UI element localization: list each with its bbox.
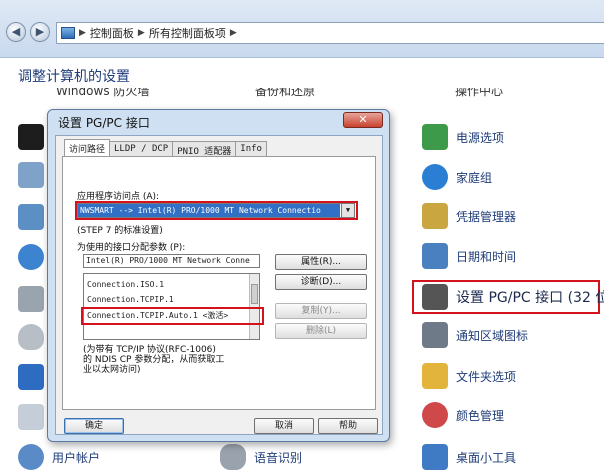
device-manager-icon[interactable] [18, 204, 44, 230]
scrollbar-thumb[interactable] [251, 284, 258, 304]
pgpc-interface-icon [422, 284, 448, 310]
params-label: 为使用的接口分配参数 (P): [77, 243, 186, 253]
tab-strip: 访问路径 LLDP / DCP PNIO 适配器 Info [64, 139, 267, 157]
forward-button[interactable]: ▶ [30, 22, 50, 42]
cp-item-homegroup[interactable]: 家庭组 [422, 164, 492, 190]
cp-item-power-options[interactable]: 电源选项 [422, 124, 504, 150]
cp-item-date-time[interactable]: 日期和时间 [422, 243, 516, 269]
notification-area-icon [422, 322, 448, 348]
region-language-icon[interactable] [18, 364, 44, 390]
credential-manager-icon [422, 203, 448, 229]
explorer-toolbar: ◀ ▶ ▶ 控制面板 ▶ 所有控制面板项 ▶ [0, 0, 604, 58]
tab-access-path[interactable]: 访问路径 [64, 139, 111, 156]
access-point-note: (STEP 7 的标准设置) [77, 226, 163, 236]
desktop-gadgets-icon [422, 444, 448, 470]
user-accounts-icon [18, 444, 44, 470]
mouse-icon[interactable] [18, 324, 44, 350]
date-time-icon [422, 243, 448, 269]
dialog-client: 访问路径 LLDP / DCP PNIO 适配器 Info 应用程序访问点 (A… [55, 135, 383, 435]
dialog-title: 设置 PG/PC 接口 [58, 116, 150, 130]
help-button[interactable]: 帮助 [318, 418, 378, 434]
color-management-icon [422, 402, 448, 428]
breadcrumb-control-panel[interactable]: 控制面板 [90, 25, 134, 41]
programs-icon[interactable] [18, 162, 44, 188]
tab-pnio-adapter[interactable]: PNIO 适配器 [172, 141, 237, 157]
access-path-panel: 应用程序访问点 (A): NWSMART --> Intel(R) PRO/10… [62, 156, 376, 410]
cp-item-speech-recognition[interactable]: 语音识别 [220, 444, 302, 470]
delete-button[interactable]: 删除(L) [275, 323, 367, 339]
cp-item-user-accounts[interactable]: 用户帐户 [18, 444, 100, 470]
power-options-icon [422, 124, 448, 150]
tab-info[interactable]: Info [235, 141, 267, 156]
cp-item-pgpc-interface[interactable]: 设置 PG/PC 接口 (32 位) [412, 280, 604, 314]
properties-button[interactable]: 属性(R)... [275, 254, 367, 270]
address-bar[interactable]: ▶ 控制面板 ▶ 所有控制面板项 ▶ [56, 22, 604, 44]
control-panel-icon [61, 27, 75, 39]
cp-item-notification-area[interactable]: 通知区域图标 [422, 322, 528, 348]
copy-button[interactable]: 复制(Y)... [275, 303, 367, 319]
diagnostics-button[interactable]: 诊断(D)... [275, 274, 367, 290]
flash-player-icon[interactable] [18, 124, 44, 150]
list-item[interactable]: Connection.TCPIP.1 [87, 295, 174, 304]
cancel-button[interactable]: 取消 [254, 418, 314, 434]
sound-icon[interactable] [18, 404, 44, 430]
chevron-right-icon: ▶ [229, 28, 237, 38]
cp-item-firewall[interactable]: Windows 防火墙 [56, 88, 149, 100]
highlight-access-point [75, 201, 358, 220]
list-item[interactable]: Connection.ISO.1 [87, 280, 164, 289]
highlight-active-connection [81, 307, 264, 325]
cp-item-credential-manager[interactable]: 凭据管理器 [422, 203, 516, 229]
internet-options-icon[interactable] [18, 244, 44, 270]
description-text: (为带有 TCP/IP 协议(RFC-1006) 的 NDIS CP 参数分配，… [83, 345, 225, 375]
chevron-right-icon: ▶ [137, 28, 145, 38]
chevron-right-icon: ▶ [79, 28, 86, 38]
cp-item-backup[interactable]: 备份和还原 [255, 88, 315, 100]
folder-options-icon [422, 363, 448, 389]
pgpc-dialog: 设置 PG/PC 接口 ✕ 访问路径 LLDP / DCP PNIO 适配器 I… [47, 109, 390, 442]
tab-lldp-dcp[interactable]: LLDP / DCP [109, 141, 174, 156]
page-title: 调整计算机的设置 [18, 69, 130, 85]
cp-item-color-management[interactable]: 颜色管理 [422, 402, 504, 428]
ok-button[interactable]: 确定 [64, 418, 124, 434]
back-button[interactable]: ◀ [6, 22, 26, 42]
params-field[interactable]: Intel(R) PRO/1000 MT Network Conne [83, 254, 260, 268]
homegroup-icon [422, 164, 448, 190]
breadcrumb-all-items[interactable]: 所有控制面板项 [149, 25, 226, 41]
keyboard-icon[interactable] [18, 286, 44, 312]
close-button[interactable]: ✕ [343, 112, 383, 128]
cp-item-action-center[interactable]: 操作中心 [455, 88, 503, 100]
cp-item-desktop-gadgets[interactable]: 桌面小工具 [422, 444, 516, 470]
microphone-icon [220, 444, 246, 470]
cp-item-folder-options[interactable]: 文件夹选项 [422, 363, 516, 389]
